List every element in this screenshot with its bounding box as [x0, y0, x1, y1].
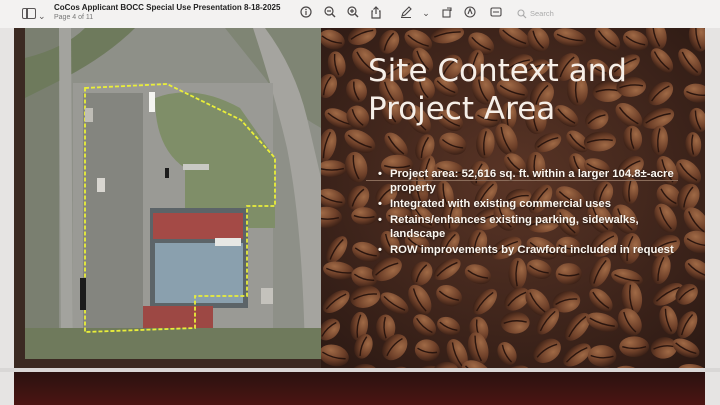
search-placeholder: Search [530, 9, 554, 18]
pdf-toolbar: ⌄ CoCos Applicant BOCC Special Use Prese… [0, 0, 720, 29]
site-aerial-map [25, 28, 321, 359]
slide-title: Site Context and Project Area [368, 52, 688, 128]
info-icon[interactable] [299, 6, 313, 20]
coffee-bean [619, 336, 650, 357]
share-icon[interactable] [369, 6, 383, 20]
chevron-down-icon[interactable]: ⌄ [38, 8, 46, 24]
bullet-item: Retains/enhances existing parking, sidew… [376, 213, 676, 241]
rotate-icon[interactable] [440, 6, 454, 20]
slide-title-line1: Site Context and [368, 53, 627, 89]
zoom-in-icon[interactable] [346, 6, 360, 20]
window-margin-left [0, 28, 14, 405]
chevron-down-icon[interactable]: ⌄ [419, 6, 433, 20]
bullet-item: ROW improvements by Crawford included in… [376, 243, 676, 257]
zoom-out-icon[interactable] [323, 6, 337, 20]
page-indicator: Page 4 of 11 [54, 14, 94, 21]
coffee-bean [555, 263, 582, 285]
next-slide-preview [14, 372, 705, 405]
search-icon [517, 9, 527, 19]
markup-circle-icon[interactable] [463, 6, 477, 20]
sidebar-icon[interactable] [22, 8, 36, 19]
window-margin-right [705, 28, 720, 405]
markup-pen-icon[interactable] [399, 6, 413, 20]
form-icon[interactable] [489, 6, 503, 20]
search-input[interactable]: Search [514, 6, 704, 22]
slide-title-line2: Project Area [368, 91, 556, 127]
bullet-list: Project area: 52,616 sq. ft. within a la… [376, 167, 676, 259]
document-title: CoCos Applicant BOCC Special Use Present… [54, 3, 281, 12]
bullet-item: Project area: 52,616 sq. ft. within a la… [376, 167, 676, 195]
bullet-item: Integrated with existing commercial uses [376, 197, 676, 211]
